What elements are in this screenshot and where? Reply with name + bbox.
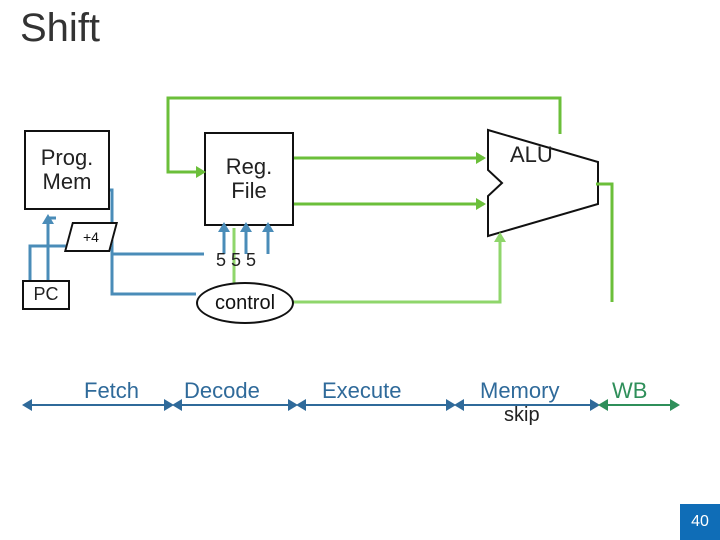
arrowhead-icon: [598, 399, 608, 411]
control-block: control: [196, 282, 294, 324]
alu-label: ALU: [510, 142, 553, 168]
arrowhead-icon: [296, 399, 306, 411]
arrowhead-icon: [494, 232, 506, 242]
arrowhead-icon: [172, 399, 182, 411]
arrowhead-icon: [670, 399, 680, 411]
arrowhead-icon: [218, 222, 230, 232]
wires-loop: [0, 0, 720, 540]
control-label: control: [215, 292, 275, 315]
bit-widths-label: 5 5 5: [216, 250, 256, 271]
arrowhead-icon: [22, 399, 32, 411]
pc-block: PC: [22, 280, 70, 310]
page-number: 40: [680, 504, 720, 540]
arrowhead-icon: [476, 198, 486, 210]
arrowhead-icon: [262, 222, 274, 232]
arrowhead-icon: [196, 166, 206, 178]
arrowhead-icon: [454, 399, 464, 411]
reg-file-block: Reg. File: [204, 132, 294, 226]
prog-mem-block: Prog. Mem: [24, 130, 110, 210]
arrowhead-icon: [42, 214, 54, 224]
arrowhead-icon: [240, 222, 252, 232]
plus4-block: +4: [64, 222, 118, 252]
arrowhead-icon: [476, 152, 486, 164]
stage-arrows: [0, 398, 720, 412]
